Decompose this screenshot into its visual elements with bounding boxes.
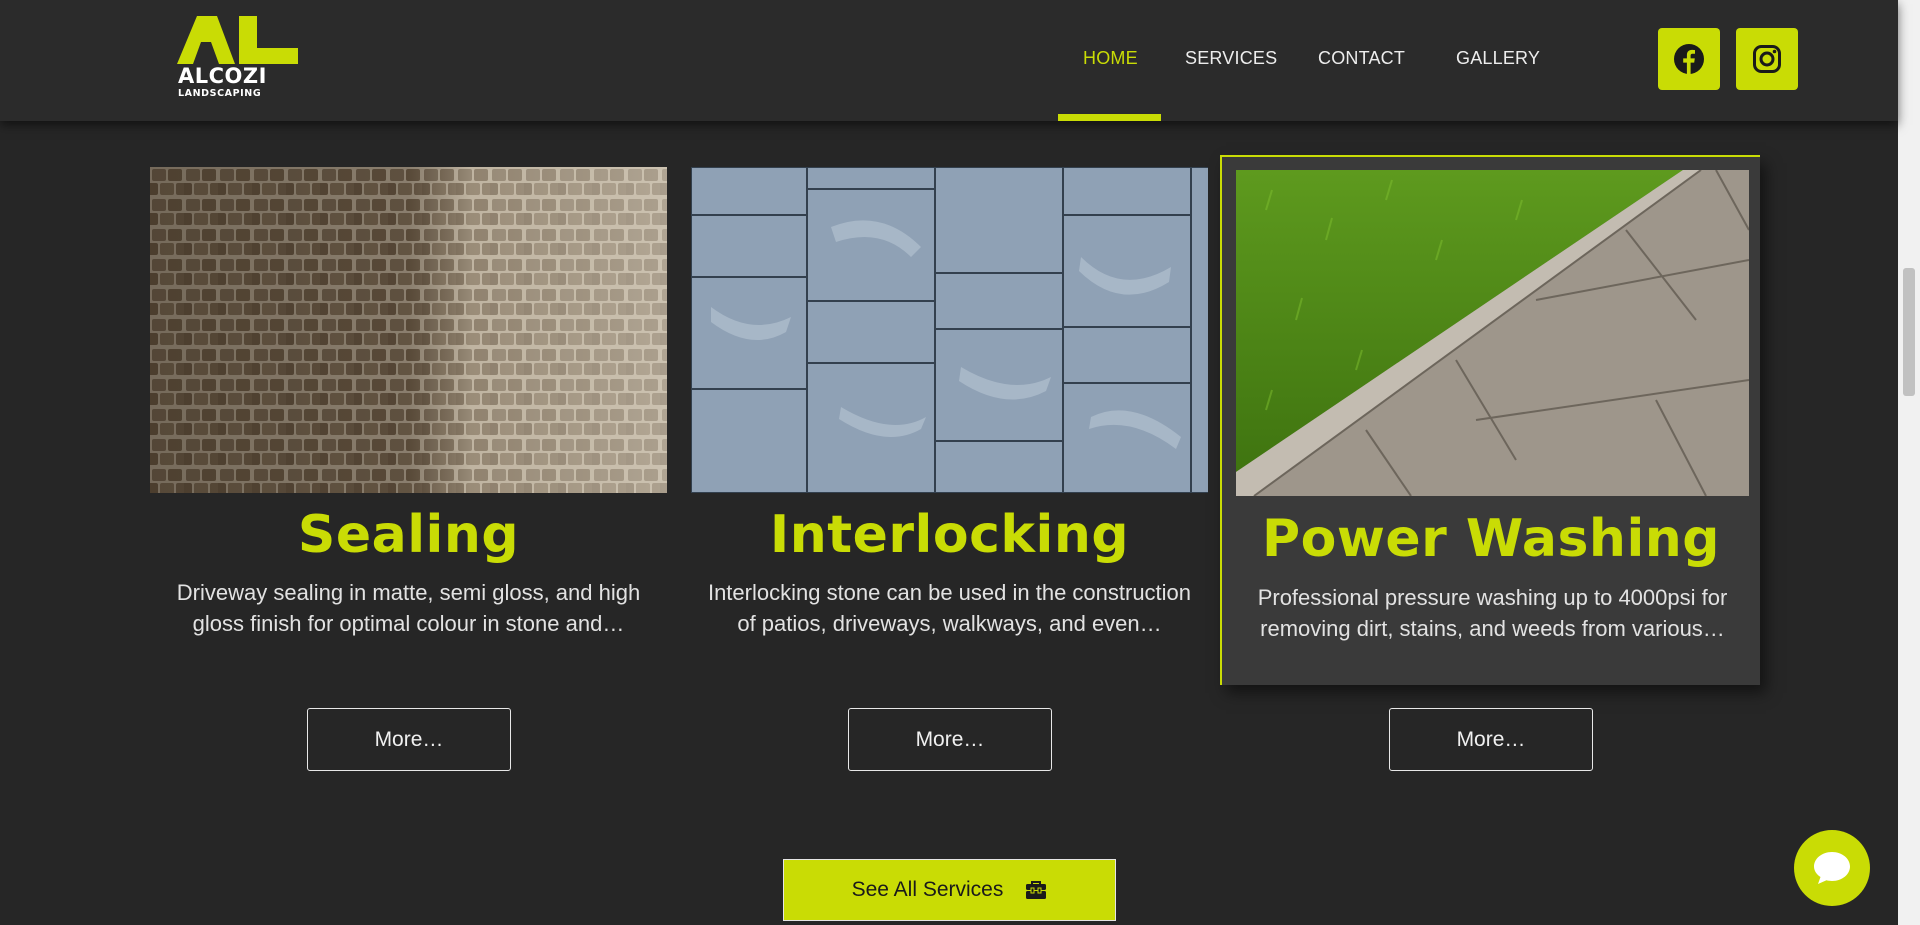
facebook-button[interactable] <box>1658 28 1720 90</box>
service-desc-sealing: Driveway sealing in matte, semi gloss, a… <box>176 580 641 636</box>
page-scrollbar[interactable] <box>1898 0 1920 925</box>
more-button-interlocking[interactable]: More… <box>848 708 1052 771</box>
nav-active-indicator <box>1058 114 1161 121</box>
nav-gallery[interactable]: GALLERY <box>1456 48 1540 69</box>
toolbox-icon <box>1026 881 1047 899</box>
see-all-services-label: See All Services <box>851 878 1004 901</box>
more-button-power-washing[interactable]: More… <box>1389 708 1593 771</box>
brand-name: ALCOZI <box>178 64 267 88</box>
service-image-power-washing <box>1236 170 1749 496</box>
service-title-interlocking: Interlocking <box>769 505 1130 565</box>
service-desc-power-washing: Professional pressure washing up to 4000… <box>1257 585 1728 641</box>
chat-button[interactable] <box>1794 830 1870 906</box>
chat-bubble-icon <box>1814 852 1850 884</box>
al-monogram-icon <box>177 16 298 64</box>
service-desc-interlocking: Interlocking stone can be used in the co… <box>707 580 1192 636</box>
facebook-icon <box>1674 44 1704 74</box>
service-image-interlocking <box>691 167 1208 493</box>
nav-services[interactable]: SERVICES <box>1185 48 1277 69</box>
service-card-sealing: Sealing Driveway sealing in matte, semi … <box>150 167 667 647</box>
nav-home[interactable]: HOME <box>1083 48 1138 69</box>
service-card-power-washing: Power Washing Professional pressure wash… <box>1220 155 1760 685</box>
service-image-sealing <box>150 167 667 493</box>
more-button-sealing[interactable]: More… <box>307 708 511 771</box>
service-title-sealing: Sealing <box>297 505 520 565</box>
site-header: ALCOZI LANDSCAPING HOME SERVICES CONTACT… <box>0 0 1898 121</box>
see-all-services-button[interactable]: See All Services <box>783 859 1116 921</box>
service-title-power-washing: Power Washing <box>1261 509 1721 569</box>
scrollbar-thumb[interactable] <box>1903 268 1915 396</box>
brand-tagline: LANDSCAPING <box>178 88 262 99</box>
instagram-button[interactable] <box>1736 28 1798 90</box>
service-card-interlocking: Interlocking Interlocking stone can be u… <box>691 167 1208 647</box>
nav-contact[interactable]: CONTACT <box>1318 48 1405 69</box>
logo[interactable]: ALCOZI LANDSCAPING <box>177 16 299 102</box>
instagram-icon <box>1753 45 1781 73</box>
